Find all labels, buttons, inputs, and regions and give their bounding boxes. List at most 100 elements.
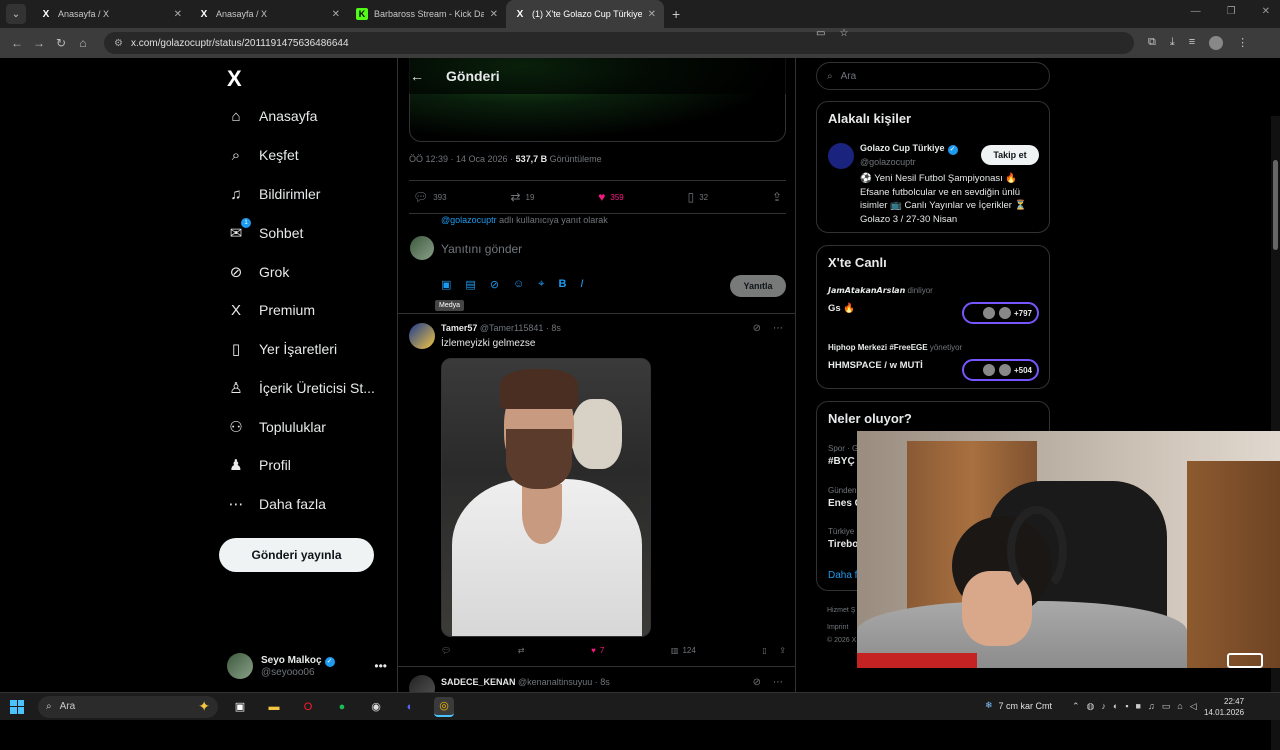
forward-icon[interactable]: → — [28, 36, 50, 50]
nav-item-explore[interactable]: ⌕ Keşfet — [227, 143, 299, 167]
search-input[interactable]: ⌕ Ara — [816, 62, 1050, 90]
nav-item-premium[interactable]: X Premium — [227, 298, 315, 322]
views-action[interactable]: ▥ 124 — [671, 646, 696, 655]
chevron-up-icon[interactable]: ⌃ — [1072, 701, 1080, 712]
like-action[interactable]: ♥ 359 — [598, 190, 623, 204]
post-button[interactable]: Gönderi yayınla — [219, 538, 374, 572]
reload-icon[interactable]: ↻ — [50, 36, 72, 50]
grok-icon[interactable]: ⊘ — [753, 677, 761, 688]
more-icon[interactable]: ••• — [374, 659, 387, 673]
trend-name[interactable]: #BYÇ — [828, 456, 855, 467]
display-icon[interactable]: ▭ — [1162, 701, 1171, 712]
follow-button[interactable]: Takip et — [981, 145, 1039, 165]
trend-name[interactable]: Tirebo — [828, 539, 858, 550]
browser-tab-4[interactable]: X (1) X'te Golazo Cup Türkiye: "Ye ✕ — [506, 0, 664, 28]
reply-action[interactable]: 💬︎ 393 — [413, 190, 447, 204]
bookmark-action[interactable]: ▯ ⇪ — [762, 646, 786, 655]
avatar[interactable] — [828, 143, 854, 169]
reading-list-icon[interactable]: ≡ — [1189, 36, 1195, 50]
back-arrow-icon[interactable]: ← — [410, 68, 424, 84]
volume-icon[interactable]: ♫ — [1148, 701, 1155, 712]
speaker-icon[interactable]: ◁ — [1190, 701, 1197, 712]
reply-action[interactable]: 💬︎ — [441, 646, 451, 655]
browser-tab-1[interactable]: X Anasayfa / X ✕ — [32, 0, 190, 28]
footer-link[interactable]: Imprint — [827, 624, 848, 631]
opera-icon[interactable]: O — [298, 697, 318, 717]
nav-item-bookmarks[interactable]: ▯ Yer İşaretleri — [227, 337, 337, 361]
tray-app-icon[interactable]: ■ — [1136, 701, 1141, 712]
grok-icon[interactable]: ⊘ — [490, 278, 499, 291]
tab-search-icon[interactable]: ⌄ — [6, 4, 26, 24]
emoji-icon[interactable]: ☺ — [513, 278, 524, 291]
taskbar-clock[interactable]: 22:47 14.01.2026 — [1204, 696, 1244, 718]
back-icon[interactable]: ← — [6, 36, 28, 50]
nav-item-more[interactable]: ⋯ Daha fazla — [227, 492, 326, 516]
steam-icon[interactable]: ◍ — [1087, 701, 1095, 712]
close-tab-icon[interactable]: ✕ — [490, 9, 498, 20]
location-icon[interactable]: ⌖ — [538, 278, 544, 291]
minimize-icon[interactable]: — — [1191, 6, 1201, 17]
share-icon[interactable]: ⇪ — [779, 646, 786, 655]
browser-tab-3[interactable]: K Barbaross Stream - Kick Dashbo ✕ — [348, 0, 506, 28]
obs-icon[interactable]: ◉ — [366, 697, 386, 717]
nav-item-creator-studio[interactable]: ♙ İçerik Üreticisi St... — [227, 376, 375, 400]
footer-link[interactable]: Hizmet Ş — [827, 607, 855, 614]
person-name[interactable]: Golazo Cup Türkiye — [860, 143, 945, 153]
bookmark-action[interactable]: ▯ 32 — [688, 190, 709, 204]
tray-app-icon[interactable]: ▪ — [1125, 701, 1128, 712]
task-view-icon[interactable]: ▣ — [230, 697, 250, 717]
tweet-photo[interactable] — [441, 358, 651, 637]
new-tab-icon[interactable]: + — [672, 6, 680, 22]
profile-avatar[interactable] — [1209, 36, 1224, 50]
nav-item-communities[interactable]: ⚇ Topluluklar — [227, 415, 326, 439]
reply-button[interactable]: Yanıtla — [730, 275, 786, 297]
nav-item-home[interactable]: ⌂ Anasayfa — [227, 104, 317, 128]
show-more-link[interactable]: Daha f — [828, 570, 857, 581]
italic-icon[interactable]: I — [580, 278, 583, 291]
chrome-icon[interactable]: ◎ — [434, 696, 454, 717]
avatar[interactable] — [409, 323, 435, 349]
spotify-icon[interactable]: ● — [332, 697, 352, 717]
nav-item-chat[interactable]: ✉ 1 Sohbet — [227, 218, 303, 245]
media-icon[interactable]: ▣ — [441, 278, 451, 291]
restore-icon[interactable]: ❐ — [1227, 6, 1236, 17]
grok-icon[interactable]: ⊘ — [753, 323, 761, 334]
download-icon[interactable]: ⤓ — [1170, 36, 1175, 50]
browser-menu-icon[interactable]: ⋮ — [1237, 36, 1248, 50]
live-title[interactable]: HHMSPACE / w MUTİ — [828, 360, 923, 371]
close-tab-icon[interactable]: ✕ — [648, 9, 656, 20]
like-action[interactable]: ♥ 7 — [591, 646, 604, 655]
account-switcher[interactable]: Seyo Malkoç ✓ @seyooo06 ••• — [227, 648, 387, 684]
avatar[interactable] — [409, 675, 435, 692]
home-icon[interactable]: ⌂ — [72, 36, 94, 50]
extensions-icon[interactable]: ⧉ — [1148, 36, 1156, 50]
live-listeners-pill[interactable]: +797 — [962, 302, 1039, 324]
more-icon[interactable]: ⋯ — [773, 323, 783, 334]
author-name[interactable]: SADECE_KENAN — [441, 677, 516, 687]
weather-widget[interactable]: ❄ 7 cm kar Cmt — [985, 700, 1052, 711]
nav-item-grok[interactable]: ⊘ Grok — [227, 260, 290, 284]
discord-tray-icon[interactable]: ◐ — [1113, 701, 1118, 712]
browser-tab-2[interactable]: X Anasayfa / X ✕ — [190, 0, 348, 28]
more-icon[interactable]: ⋯ — [773, 677, 783, 688]
windows-start-icon[interactable] — [10, 699, 24, 714]
close-tab-icon[interactable]: ✕ — [174, 9, 182, 20]
nav-item-notifications[interactable]: ♫ Bildirimler — [227, 182, 320, 206]
live-title[interactable]: Gs 🔥 — [828, 303, 855, 314]
repost-action[interactable]: ⇄ 19 — [510, 190, 534, 204]
live-listeners-pill[interactable]: +504 — [962, 359, 1039, 381]
site-info-icon[interactable]: ⚙ — [114, 38, 123, 49]
reply-input[interactable]: Yanıtını gönder — [441, 242, 522, 256]
reply-to-handle[interactable]: @golazocuptr — [441, 215, 497, 225]
nav-item-profile[interactable]: ♟ Profil — [227, 453, 291, 477]
file-explorer-icon[interactable]: ▬ — [264, 697, 284, 717]
mic-icon[interactable]: ♪ — [1101, 701, 1106, 712]
x-logo-icon[interactable]: X — [227, 66, 242, 92]
scrollbar-thumb[interactable] — [1273, 160, 1278, 250]
share-action[interactable]: ⇪ — [772, 190, 782, 204]
author-name[interactable]: Tamer57 — [441, 323, 477, 333]
discord-icon[interactable]: ◐ — [400, 697, 420, 717]
close-window-icon[interactable]: ✕ — [1262, 6, 1270, 17]
network-icon[interactable]: ⌂ — [1177, 701, 1182, 712]
address-bar[interactable]: ⚙ x.com/golazocuptr/status/2011191475636… — [104, 28, 1134, 54]
